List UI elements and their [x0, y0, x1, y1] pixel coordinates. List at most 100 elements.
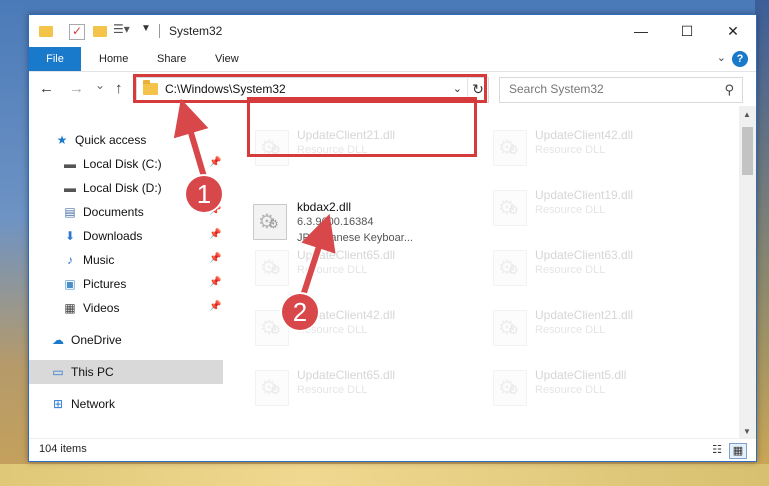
sidebar-item-videos[interactable]: ▦ Videos 📌	[29, 296, 223, 320]
tab-view[interactable]: View	[215, 47, 239, 71]
file-name: UpdateClient65.dll	[297, 248, 396, 262]
file-item[interactable]: UpdateClient42.dll Resource DLL	[461, 116, 691, 168]
sidebar-item-local-disk-c[interactable]: ▬ Local Disk (C:) 📌	[29, 152, 223, 176]
file-type: Resource DLL	[535, 324, 606, 336]
pin-icon[interactable]: 📌	[209, 253, 221, 264]
sidebar-item-label: Network	[71, 397, 116, 411]
search-input[interactable]: Search System32	[509, 82, 604, 96]
file-item[interactable]: UpdateClient21.dll Resource DLL	[461, 296, 691, 348]
vertical-scrollbar[interactable]: ▲ ▼	[739, 106, 756, 438]
back-button[interactable]: ←	[39, 80, 54, 97]
dll-file-icon	[493, 130, 527, 166]
sidebar-item-this-pc[interactable]: ▭ This PC	[29, 360, 223, 384]
file-type: Resource DLL	[297, 384, 368, 396]
navigation-pane: ★ Quick access ▬ Local Disk (C:) 📌 ▬ Local Dis…	[29, 106, 223, 438]
dll-file-icon	[253, 204, 287, 240]
chevron-down-icon[interactable]: ▼	[141, 23, 156, 38]
file-item[interactable]: UpdateClient42.dllResource DLL	[223, 296, 453, 348]
file-name: UpdateClient65.dll	[297, 368, 396, 382]
drive-icon: ▬	[64, 157, 76, 171]
pin-icon[interactable]: 📌	[209, 277, 221, 288]
scrollbar-thumb[interactable]	[742, 127, 753, 175]
desktop-edge-bottom	[0, 464, 769, 486]
file-item[interactable]: UpdateClient63.dll Resource DLL	[461, 236, 691, 288]
expand-ribbon-icon[interactable]: ⌄	[717, 51, 726, 64]
forward-button[interactable]: →	[69, 80, 84, 97]
dll-file-icon	[493, 310, 527, 346]
file-name: kbdax2.dll	[297, 200, 352, 214]
network-icon: ⊞	[52, 397, 64, 411]
file-item[interactable]: UpdateClient5.dll Resource DLL	[461, 356, 691, 408]
dll-file-icon	[493, 190, 527, 226]
drive-icon: ▬	[64, 181, 76, 195]
file-type: Resource DLL	[535, 264, 606, 276]
file-item[interactable]: UpdateClient65.dll Resource DLL	[223, 236, 453, 288]
pin-icon[interactable]: 📌	[209, 301, 221, 312]
step-badge-1: 1	[186, 176, 222, 212]
sidebar-item-label: This PC	[71, 365, 114, 379]
tab-file[interactable]: File	[29, 47, 81, 71]
pictures-icon: ▣	[64, 277, 76, 291]
sidebar-item-label: Downloads	[83, 229, 143, 243]
file-highlight-box	[247, 97, 477, 157]
file-item[interactable]: kbdax2.dll6.3.9600.16384JP Japanese Keyb…	[249, 190, 479, 244]
properties-icon[interactable]: ✓	[69, 24, 85, 40]
large-icons-view-icon[interactable]: ▦	[729, 443, 747, 459]
file-type: Resource DLL	[535, 144, 606, 156]
item-count: 104 items	[39, 443, 87, 455]
file-version: 6.3.9600.16384	[297, 216, 374, 228]
dll-file-icon	[493, 250, 527, 286]
sidebar-item-quick-access[interactable]: ★ Quick access	[29, 128, 223, 152]
file-item[interactable]: UpdateClient65.dll Resource DLL	[223, 356, 453, 408]
download-icon: ⬇	[64, 229, 76, 243]
sidebar-item-label: Videos	[83, 301, 120, 315]
help-button[interactable]: ?	[732, 51, 748, 67]
sidebar-item-label: OneDrive	[71, 333, 122, 347]
sidebar-item-label: Pictures	[83, 277, 127, 291]
computer-icon: ▭	[52, 365, 64, 379]
file-name: UpdateClient42.dll	[535, 128, 634, 142]
pin-icon[interactable]: 📌	[209, 157, 221, 168]
sidebar-item-music[interactable]: ♪ Music 📌	[29, 248, 223, 272]
tab-share[interactable]: Share	[157, 47, 186, 71]
file-name: UpdateClient63.dll	[535, 248, 634, 262]
sidebar-item-onedrive[interactable]: ☁ OneDrive	[29, 328, 223, 352]
sidebar-item-label: Local Disk (C:)	[83, 157, 162, 171]
customize-toolbar-icon[interactable]: ☰▾	[113, 22, 131, 37]
dll-file-icon	[255, 370, 289, 406]
scroll-up-icon[interactable]: ▲	[743, 110, 751, 119]
star-icon: ★	[56, 133, 68, 147]
scroll-down-icon[interactable]: ▼	[743, 427, 751, 436]
window-title: System32	[169, 24, 223, 38]
up-button[interactable]: ↑	[115, 80, 123, 97]
file-item[interactable]: UpdateClient19.dll Resource DLL	[461, 176, 691, 228]
dll-file-icon	[493, 370, 527, 406]
step-badge-2: 2	[282, 294, 318, 330]
recent-locations-button[interactable]: ⌄	[95, 78, 105, 92]
minimize-button[interactable]: —	[618, 15, 664, 47]
maximize-button[interactable]: ☐	[664, 15, 710, 47]
file-type: Resource DLL	[535, 384, 606, 396]
dll-file-icon	[255, 250, 289, 286]
new-folder-icon[interactable]	[93, 23, 108, 38]
sidebar-item-label: Music	[83, 253, 115, 267]
title-bar: ✓ ☰▾ ▼ System32 — ☐ ✕	[29, 15, 756, 47]
status-bar: 104 items ☷ ▦	[29, 438, 756, 461]
details-view-icon[interactable]: ☷	[709, 443, 725, 457]
search-box[interactable]: Search System32 ⚲	[499, 77, 743, 103]
sidebar-item-label: Quick access	[75, 133, 147, 147]
file-explorer-window: ✓ ☰▾ ▼ System32 — ☐ ✕ File Home Share Vi…	[28, 14, 757, 462]
close-button[interactable]: ✕	[710, 15, 756, 47]
tab-home[interactable]: Home	[99, 47, 128, 71]
pin-icon[interactable]: 📌	[209, 229, 221, 240]
file-name: UpdateClient19.dll	[535, 188, 634, 202]
search-icon[interactable]: ⚲	[724, 82, 734, 98]
sidebar-item-pictures[interactable]: ▣ Pictures 📌	[29, 272, 223, 296]
file-name: UpdateClient21.dll	[535, 308, 634, 322]
sidebar-item-network[interactable]: ⊞ Network	[29, 392, 223, 416]
file-type: Resource DLL	[535, 204, 606, 216]
videos-icon: ▦	[64, 301, 76, 315]
documents-icon: ▤	[64, 205, 76, 219]
folder-icon	[39, 23, 54, 38]
sidebar-item-downloads[interactable]: ⬇ Downloads 📌	[29, 224, 223, 248]
